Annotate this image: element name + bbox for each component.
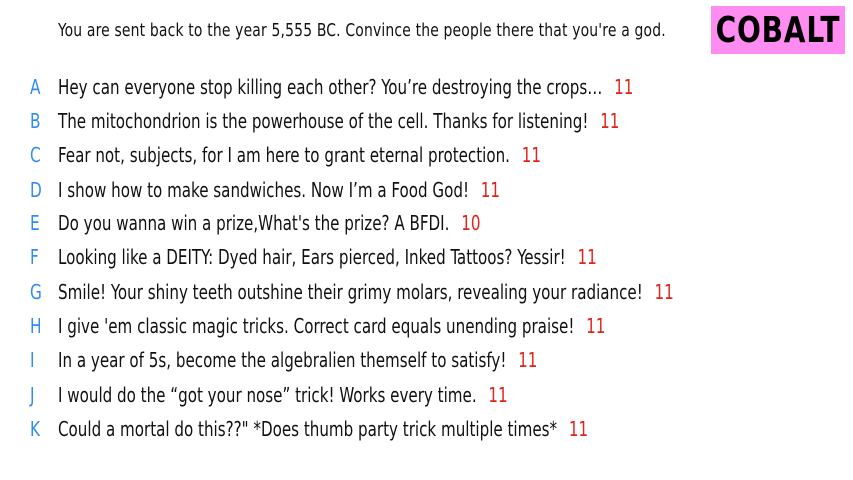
answer-score: 11: [586, 314, 606, 338]
answer-text: Looking like a DEITY: Dyed hair, Ears pi…: [58, 245, 566, 269]
answer-score: 11: [488, 383, 508, 407]
answer-letter: J: [30, 383, 35, 407]
answer-text: Do you wanna win a prize,What's the priz…: [58, 211, 450, 235]
answer-letter: D: [30, 178, 42, 202]
answer-score: 11: [480, 178, 500, 202]
answer-text: I give 'em classic magic tricks. Correct…: [58, 314, 575, 338]
answer-letter: A: [30, 75, 41, 99]
answer-text: Hey can everyone stop killing each other…: [58, 75, 603, 99]
answer-letter: H: [30, 314, 42, 338]
answer-score: 11: [654, 280, 674, 304]
answer-list: A Hey can everyone stop killing each oth…: [0, 0, 853, 480]
answer-score: 11: [577, 245, 597, 269]
answer-text: Smile! Your shiny teeth outshine their g…: [58, 280, 643, 304]
answer-letter: I: [30, 348, 35, 372]
answer-text: I would do the “got your nose” trick! Wo…: [58, 383, 477, 407]
answer-text: The mitochondrion is the powerhouse of t…: [58, 109, 589, 133]
answer-text: I show how to make sandwiches. Now I’m a…: [58, 178, 469, 202]
answer-score: 10: [461, 211, 481, 235]
answer-score: 11: [521, 143, 541, 167]
answer-letter: B: [30, 109, 41, 133]
answer-score: 11: [614, 75, 634, 99]
answer-letter: E: [30, 211, 40, 235]
answer-text: In a year of 5s, become the algebralien …: [58, 348, 507, 372]
answer-text: Fear not, subjects, for I am here to gra…: [58, 143, 510, 167]
answer-letter: K: [30, 417, 41, 441]
answer-text: Could a mortal do this??" *Does thumb pa…: [58, 417, 558, 441]
answer-score: 11: [568, 417, 589, 441]
answer-letter: G: [30, 280, 42, 304]
answer-letter: F: [30, 245, 39, 269]
answer-score: 11: [600, 109, 620, 133]
answer-letter: C: [30, 143, 41, 167]
answer-score: 11: [518, 348, 538, 372]
